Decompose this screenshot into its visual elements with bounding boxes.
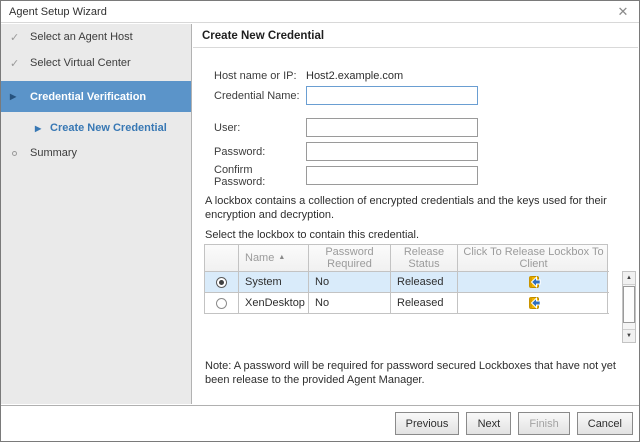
scroll-down-icon[interactable]: ▼ — [623, 329, 635, 342]
wizard-steps-sidebar: ✓ Select an Agent Host ✓ Select Virtual … — [1, 24, 192, 404]
next-button[interactable]: Next — [466, 412, 511, 435]
cell-name: XenDesktop — [239, 293, 309, 314]
sidebar-item-label: Summary — [30, 147, 77, 159]
confirm-password-row: Confirm Password: — [214, 166, 478, 185]
finish-button[interactable]: Finish — [518, 412, 569, 435]
check-icon: ✓ — [10, 31, 30, 44]
arrow-right-icon: ▶ — [35, 124, 50, 133]
sidebar-item-select-agent-host[interactable]: ✓ Select an Agent Host — [1, 29, 191, 45]
lockbox-release-icon[interactable] — [526, 295, 542, 311]
panel-header: Create New Credential — [193, 24, 638, 48]
release-lockbox-column-header[interactable]: Click To Release Lockbox To Client — [458, 245, 609, 272]
lockbox-release-icon[interactable] — [526, 274, 542, 290]
credential-name-row: Credential Name: — [214, 86, 478, 105]
pending-circle-icon — [10, 147, 30, 159]
lockbox-table: Name ▲ Password Required Release Status … — [204, 244, 608, 314]
credential-name-input[interactable] — [306, 86, 478, 105]
password-input[interactable] — [306, 142, 478, 161]
sidebar-item-label: Select Virtual Center — [30, 57, 131, 69]
host-name-row: Host name or IP: Host2.example.com — [214, 66, 403, 85]
cell-password-required: No — [309, 272, 391, 293]
check-icon: ✓ — [10, 57, 30, 70]
footer-button-bar: Previous Next Finish Cancel — [1, 405, 639, 441]
agent-setup-wizard-window: Agent Setup Wizard ✕ ✓ Select an Agent H… — [0, 0, 640, 442]
cell-release-action[interactable] — [458, 272, 609, 293]
sidebar-item-credential-verification[interactable]: ▶ Credential Verification — [1, 81, 191, 112]
host-name-label: Host name or IP: — [214, 70, 306, 82]
confirm-password-label: Confirm Password: — [214, 164, 306, 188]
table-scrollbar[interactable]: ▲ ▼ — [622, 271, 636, 343]
cancel-button[interactable]: Cancel — [577, 412, 633, 435]
cell-release-action[interactable] — [458, 293, 609, 314]
main-panel: Create New Credential Host name or IP: H… — [193, 24, 638, 404]
scrollbar-thumb[interactable] — [623, 286, 635, 323]
cell-release-status: Released — [391, 293, 458, 314]
radio-xendesktop[interactable] — [216, 298, 227, 309]
window-title: Agent Setup Wizard — [9, 6, 107, 18]
password-required-column-header[interactable]: Password Required — [309, 245, 391, 272]
user-row: User: — [214, 118, 478, 137]
title-bar: Agent Setup Wizard ✕ — [1, 1, 639, 23]
user-input[interactable] — [306, 118, 478, 137]
lockbox-table-header: Name ▲ Password Required Release Status … — [205, 245, 607, 272]
sort-asc-icon: ▲ — [278, 252, 285, 264]
cell-password-required: No — [309, 293, 391, 314]
page-title: Create New Credential — [202, 30, 324, 42]
sidebar-item-select-virtual-center[interactable]: ✓ Select Virtual Center — [1, 55, 191, 71]
scroll-up-icon[interactable]: ▲ — [623, 272, 635, 285]
note-text: Note: A password will be required for pa… — [205, 359, 640, 387]
name-column-header[interactable]: Name ▲ — [239, 245, 309, 272]
table-row-xendesktop[interactable]: XenDesktop No Released — [205, 293, 607, 314]
password-row: Password: — [214, 142, 478, 161]
table-row-system[interactable]: System No Released — [205, 272, 607, 293]
credential-name-label: Credential Name: — [214, 90, 306, 102]
radio-column-header — [205, 245, 239, 272]
sidebar-item-label: Select an Agent Host — [30, 31, 133, 43]
password-label: Password: — [214, 146, 306, 158]
cell-name: System — [239, 272, 309, 293]
lockbox-select-prompt: Select the lockbox to contain this crede… — [205, 228, 637, 242]
arrow-right-icon: ▶ — [10, 92, 30, 101]
sidebar-item-label: Create New Credential — [50, 122, 167, 134]
sidebar-item-create-new-credential[interactable]: ▶ Create New Credential — [1, 120, 191, 136]
host-name-value: Host2.example.com — [306, 70, 403, 82]
lockbox-description: A lockbox contains a collection of encry… — [205, 194, 637, 222]
cell-release-status: Released — [391, 272, 458, 293]
sidebar-item-summary[interactable]: Summary — [1, 145, 191, 161]
previous-button[interactable]: Previous — [395, 412, 460, 435]
sidebar-item-label: Credential Verification — [30, 91, 146, 103]
close-icon[interactable]: ✕ — [615, 5, 631, 18]
radio-system[interactable] — [216, 277, 227, 288]
confirm-password-input[interactable] — [306, 166, 478, 185]
user-label: User: — [214, 122, 306, 134]
release-status-column-header[interactable]: Release Status — [391, 245, 458, 272]
